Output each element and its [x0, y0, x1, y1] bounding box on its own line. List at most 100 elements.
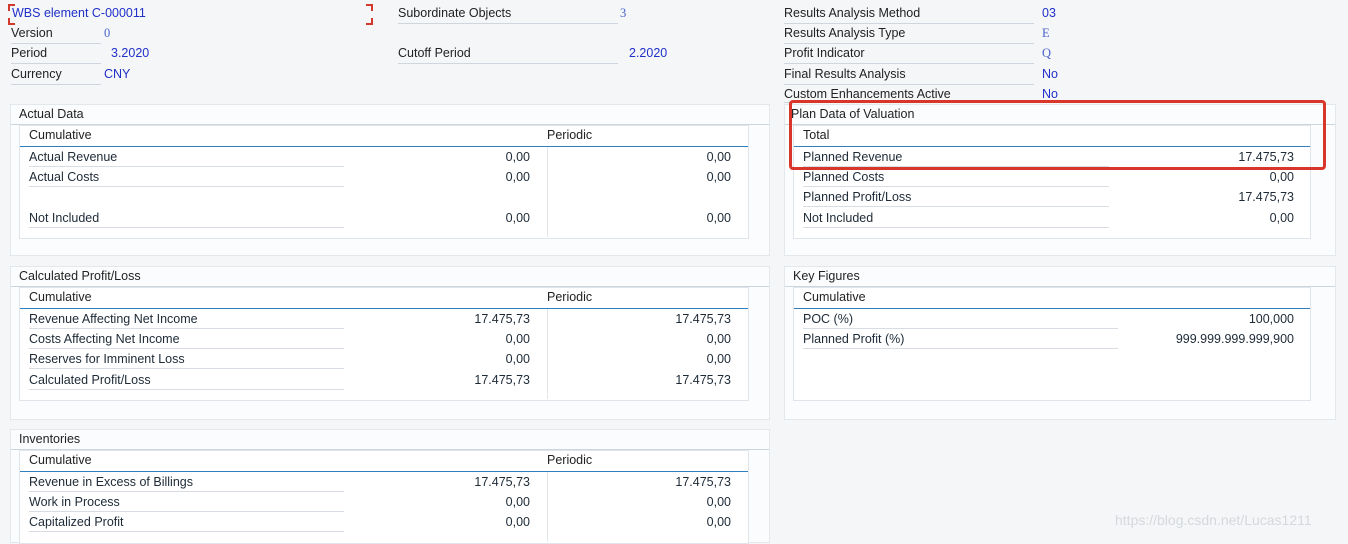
subordinate-objects-value[interactable]: 3	[620, 6, 626, 21]
version-label: Version	[11, 26, 53, 40]
poc-value[interactable]: 100,000	[1114, 312, 1294, 326]
planned-profit-pct-value[interactable]: 999.999.999.999,900	[1114, 332, 1294, 346]
row-underline	[803, 227, 1109, 228]
actual-revenue-cumulative[interactable]: 0,00	[350, 150, 530, 164]
highlight-annotation-box	[789, 100, 1326, 170]
custom-enhancements-value[interactable]: No	[1042, 87, 1058, 101]
col-header-cumulative: Cumulative	[29, 453, 92, 467]
calculated-profit-loss-table: Cumulative Periodic Revenue Affecting Ne…	[19, 287, 749, 401]
ra-method-label: Results Analysis Method	[784, 6, 921, 20]
plan-not-included-total[interactable]: 0,00	[1114, 211, 1294, 225]
actual-data-table: Cumulative Periodic Actual Revenue 0,00 …	[19, 125, 749, 239]
ra-method-value[interactable]: 03	[1042, 6, 1056, 20]
not-included-periodic[interactable]: 0,00	[550, 211, 731, 225]
row-underline	[803, 206, 1109, 207]
work-in-process-cumulative[interactable]: 0,00	[350, 495, 530, 509]
version-underline	[11, 43, 101, 44]
reserves-imminent-loss-periodic[interactable]: 0,00	[550, 352, 731, 366]
row-label-planned-profit-pct: Planned Profit (%)	[803, 332, 905, 346]
row-underline	[803, 328, 1118, 329]
calculated-profit-loss-section: Calculated Profit/Loss Cumulative Period…	[10, 266, 770, 420]
planned-profit-loss-total[interactable]: 17.475,73	[1114, 190, 1294, 204]
row-label-actual-costs: Actual Costs	[29, 170, 100, 184]
row-underline	[29, 368, 344, 369]
cutoff-period-label: Cutoff Period	[398, 46, 471, 60]
row-label-not-included: Not Included	[29, 211, 100, 225]
calculated-profit-loss-cumulative[interactable]: 17.475,73	[350, 373, 530, 387]
actual-costs-periodic[interactable]: 0,00	[550, 170, 731, 184]
profit-indicator-value[interactable]: Q	[1042, 46, 1051, 61]
column-header-rule	[794, 308, 1310, 309]
row-underline	[29, 389, 344, 390]
column-divider	[547, 472, 548, 542]
calculated-profit-loss-periodic[interactable]: 17.475,73	[550, 373, 731, 387]
row-label-revenue-excess-billings: Revenue in Excess of Billings	[29, 475, 193, 489]
capitalized-profit-cumulative[interactable]: 0,00	[350, 515, 530, 529]
wbs-element-link[interactable]: WBS element C-000011	[12, 6, 146, 20]
row-underline	[29, 531, 344, 532]
ra-type-underline	[784, 43, 1034, 44]
not-included-cumulative[interactable]: 0,00	[350, 211, 530, 225]
column-header-rule	[20, 308, 748, 309]
currency-value[interactable]: CNY	[104, 67, 130, 81]
revenue-excess-billings-periodic[interactable]: 17.475,73	[550, 475, 731, 489]
period-value[interactable]: 3.2020	[111, 46, 149, 60]
period-label: Period	[11, 46, 48, 60]
col-header-cumulative: Cumulative	[803, 290, 866, 304]
row-label-work-in-process: Work in Process	[29, 495, 120, 509]
costs-affecting-net-income-periodic[interactable]: 0,00	[550, 332, 731, 346]
row-label-plan-not-included: Not Included	[803, 211, 874, 225]
cutoff-underline	[398, 63, 618, 64]
planned-costs-total[interactable]: 0,00	[1114, 170, 1294, 184]
calculated-profit-loss-title: Calculated Profit/Loss	[19, 269, 141, 283]
row-underline	[29, 491, 344, 492]
ra-type-value[interactable]: E	[1042, 26, 1050, 41]
row-label-planned-costs: Planned Costs	[803, 170, 885, 184]
final-ra-underline	[784, 84, 1034, 85]
ra-method-underline	[784, 23, 1034, 24]
actual-costs-cumulative[interactable]: 0,00	[350, 170, 530, 184]
column-header-rule	[20, 146, 748, 147]
actual-revenue-periodic[interactable]: 0,00	[550, 150, 731, 164]
selection-bracket-tr	[366, 4, 373, 11]
col-header-cumulative: Cumulative	[29, 290, 92, 304]
ra-type-label: Results Analysis Type	[784, 26, 906, 40]
capitalized-profit-periodic[interactable]: 0,00	[550, 515, 731, 529]
column-divider	[547, 147, 548, 237]
watermark-text: https://blog.csdn.net/Lucas1211	[1115, 512, 1312, 528]
col-header-periodic: Periodic	[547, 290, 593, 304]
column-divider	[547, 309, 548, 399]
subordinate-objects-label: Subordinate Objects	[398, 6, 512, 20]
column-header-rule	[20, 471, 748, 472]
costs-affecting-net-income-cumulative[interactable]: 0,00	[350, 332, 530, 346]
revenue-affecting-net-income-periodic[interactable]: 17.475,73	[550, 312, 731, 326]
reserves-imminent-loss-cumulative[interactable]: 0,00	[350, 352, 530, 366]
row-underline	[29, 328, 344, 329]
period-underline	[11, 63, 101, 64]
revenue-affecting-net-income-cumulative[interactable]: 17.475,73	[350, 312, 530, 326]
row-label-poc: POC (%)	[803, 312, 853, 326]
row-underline	[29, 186, 344, 187]
custom-enhancements-label: Custom Enhancements Active	[784, 87, 951, 101]
row-label-planned-profit-loss: Planned Profit/Loss	[803, 190, 912, 204]
selection-bracket-br	[366, 18, 373, 25]
revenue-excess-billings-cumulative[interactable]: 17.475,73	[350, 475, 530, 489]
key-figures-section: Key Figures Cumulative POC (%) 100,000 P…	[784, 266, 1336, 420]
inventories-section: Inventories Cumulative Periodic Revenue …	[10, 429, 770, 544]
profit-indicator-label: Profit Indicator	[784, 46, 865, 60]
col-header-cumulative: Cumulative	[29, 128, 92, 142]
version-value[interactable]: 0	[104, 26, 110, 41]
row-label-revenue-affecting-net-income: Revenue Affecting Net Income	[29, 312, 198, 326]
final-ra-value[interactable]: No	[1042, 67, 1058, 81]
row-underline	[29, 166, 344, 167]
row-underline	[803, 186, 1109, 187]
final-ra-label: Final Results Analysis	[784, 67, 906, 81]
work-in-process-periodic[interactable]: 0,00	[550, 495, 731, 509]
col-header-periodic: Periodic	[547, 453, 593, 467]
inventories-title: Inventories	[19, 432, 81, 446]
row-underline	[29, 348, 344, 349]
row-underline	[29, 511, 344, 512]
row-label-calculated-profit-loss: Calculated Profit/Loss	[29, 373, 151, 387]
row-label-reserves-imminent-loss: Reserves for Imminent Loss	[29, 352, 185, 366]
cutoff-period-value[interactable]: 2.2020	[629, 46, 667, 60]
